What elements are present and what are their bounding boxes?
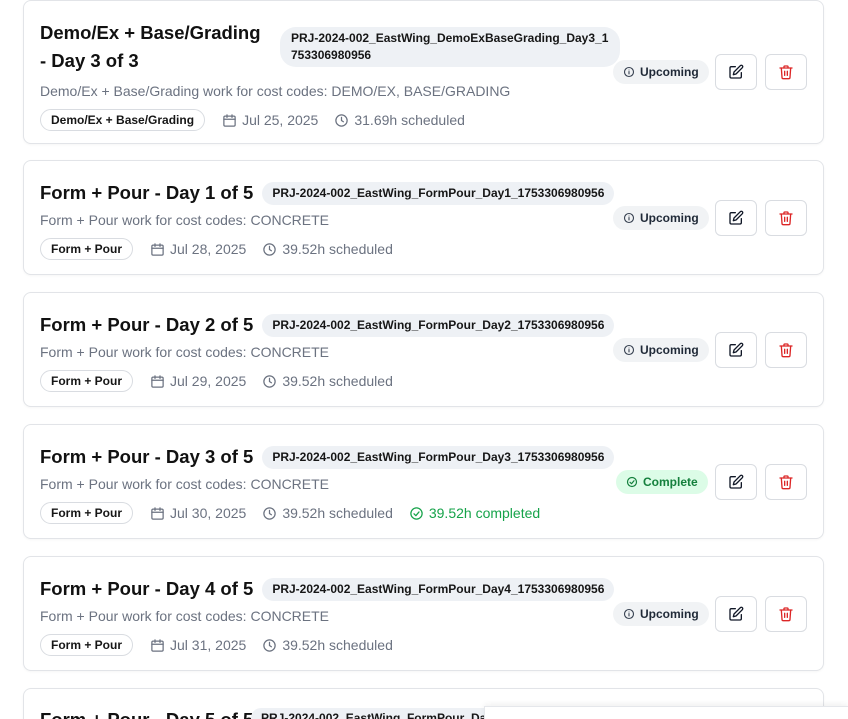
cost-code-tag: Form + Pour [40,634,134,656]
edit-icon [729,64,744,79]
card-title: Form + Pour - Day 4 of 5 [40,578,254,599]
edit-button[interactable] [715,596,757,632]
scheduled-item: 31.69h scheduled [334,112,465,128]
status-badge: Upcoming [613,60,709,84]
date-text: Jul 30, 2025 [170,505,247,521]
schedule-card: Form + Pour - Day 1 of 5 PRJ-2024-002_Ea… [23,160,824,275]
edit-icon [729,606,744,621]
info-circle-icon [623,212,635,224]
clock-icon [263,506,277,520]
trash-icon [779,65,793,80]
date-item: Jul 28, 2025 [150,241,246,257]
status-badge: Complete [616,470,708,494]
card-title: Form + Pour - Day 5 of 5 [40,709,253,719]
clock-icon [263,374,277,388]
edit-button[interactable] [715,200,757,236]
check-circle-icon [410,506,423,520]
card-id-badge: PRJ-2024-002_EastWing_FormPour_Day5 [251,708,510,719]
date-text: Jul 25, 2025 [242,112,319,128]
card-id-badge: PRJ-2024-002_EastWing_FormPour_Day1_1753… [262,181,615,205]
calendar-icon [151,242,164,256]
calendar-icon [151,506,164,520]
trash-icon [779,211,793,226]
scheduled-item: 39.52h scheduled [262,637,393,653]
status-label: Complete [643,475,698,489]
calendar-icon [151,638,164,652]
clock-icon [263,638,277,652]
scheduled-text: 39.52h scheduled [282,505,393,521]
completed-item: 39.52h completed [409,505,540,521]
status-badge: Upcoming [613,602,709,626]
delete-button[interactable] [765,464,807,500]
status-label: Upcoming [640,211,699,225]
info-circle-icon [623,344,635,356]
trash-icon [779,343,793,358]
clock-icon [335,113,349,127]
card-id-badge: PRJ-2024-002_EastWing_FormPour_Day2_1753… [262,313,615,337]
cost-code-tag: Form + Pour [40,502,134,524]
edit-icon [729,342,744,357]
schedule-card: Demo/Ex + Base/Grading - Day 3 of 3 PRJ-… [23,0,824,144]
card-description: Form + Pour work for cost codes: CONCRET… [40,476,330,492]
delete-button[interactable] [765,332,807,368]
date-text: Jul 29, 2025 [170,373,247,389]
card-description: Form + Pour work for cost codes: CONCRET… [40,608,330,624]
card-title: Demo/Ex + Base/Grading - Day 3 of 3 [40,22,261,71]
info-circle-icon [623,608,635,620]
completed-text: 39.52h completed [428,505,541,521]
schedule-card: Form + Pour - Day 2 of 5 PRJ-2024-002_Ea… [23,292,824,407]
card-id-badge: PRJ-2024-002_EastWing_FormPour_Day4_1753… [262,577,615,601]
schedule-card: Form + Pour - Day 4 of 5 PRJ-2024-002_Ea… [23,556,824,671]
date-text: Jul 31, 2025 [170,637,247,653]
check-circle-icon [626,476,638,488]
status-badge: Upcoming [613,206,709,230]
calendar-icon [223,113,236,127]
delete-button[interactable] [765,596,807,632]
date-item: Jul 29, 2025 [150,373,246,389]
calendar-icon [151,374,164,388]
scheduled-text: 39.52h scheduled [282,373,393,389]
edit-button[interactable] [715,464,757,500]
info-circle-icon [623,66,635,78]
card-description: Form + Pour work for cost codes: CONCRET… [40,344,330,360]
date-item: Jul 30, 2025 [150,505,246,521]
card-title: Form + Pour - Day 1 of 5 [40,182,254,203]
card-description: Form + Pour work for cost codes: CONCRET… [40,212,330,228]
scheduled-item: 39.52h scheduled [262,505,393,521]
overlay-panel-edge [484,706,848,719]
cost-code-tag: Demo/Ex + Base/Grading [40,109,206,131]
scheduled-text: 31.69h scheduled [354,112,465,128]
cost-code-tag: Form + Pour [40,370,134,392]
trash-icon [779,607,793,622]
card-title: Form + Pour - Day 3 of 5 [40,446,254,467]
status-label: Upcoming [640,343,699,357]
schedule-card: Form + Pour - Day 3 of 5 PRJ-2024-002_Ea… [23,424,824,539]
scheduled-item: 39.52h scheduled [262,241,393,257]
card-title: Form + Pour - Day 2 of 5 [40,314,254,335]
status-badge: Upcoming [613,338,709,362]
edit-button[interactable] [715,332,757,368]
status-label: Upcoming [640,65,699,79]
edit-icon [729,474,744,489]
cost-code-tag: Form + Pour [40,238,134,260]
date-item: Jul 31, 2025 [150,637,246,653]
scheduled-text: 39.52h scheduled [282,637,393,653]
card-id-badge: PRJ-2024-002_EastWing_DemoExBaseGrading_… [280,27,620,67]
edit-icon [729,210,744,225]
card-description: Demo/Ex + Base/Grading work for cost cod… [40,83,511,99]
date-text: Jul 28, 2025 [170,241,247,257]
delete-button[interactable] [765,54,807,90]
delete-button[interactable] [765,200,807,236]
status-label: Upcoming [640,607,699,621]
scheduled-item: 39.52h scheduled [262,373,393,389]
card-id-badge: PRJ-2024-002_EastWing_FormPour_Day3_1753… [262,445,615,469]
trash-icon [779,475,793,490]
clock-icon [263,242,277,256]
date-item: Jul 25, 2025 [222,112,318,128]
scheduled-text: 39.52h scheduled [282,241,393,257]
edit-button[interactable] [715,54,757,90]
